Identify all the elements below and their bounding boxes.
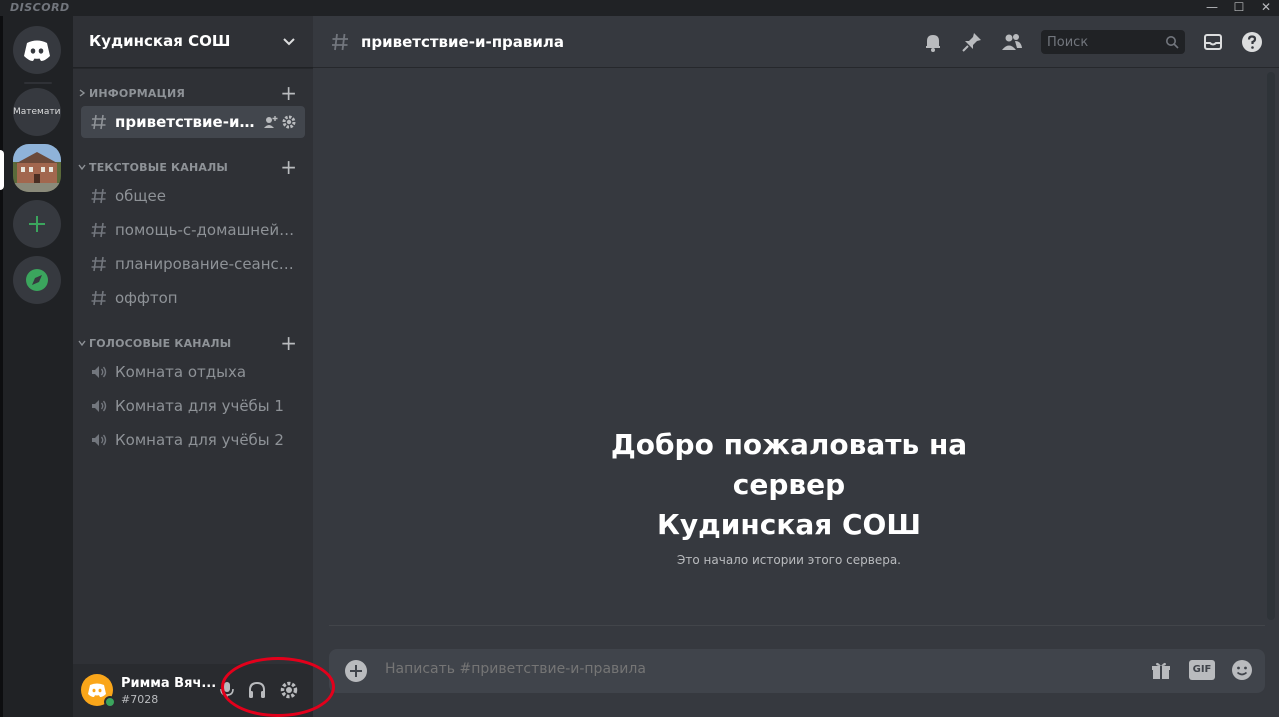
- online-status-badge: [104, 696, 116, 708]
- channel-name: планирование-сеансов: [115, 255, 295, 273]
- close-button[interactable]: ✕: [1253, 0, 1279, 16]
- gear-icon[interactable]: [281, 114, 297, 130]
- message-input[interactable]: [385, 661, 1085, 677]
- user-tag: #7028: [121, 693, 159, 706]
- search-icon: [1166, 36, 1179, 49]
- server-name: Кудинская СОШ: [89, 32, 231, 50]
- selected-server-indicator: [0, 150, 4, 190]
- channel-name: приветствие-и-правила: [115, 113, 255, 131]
- channel-item-planning[interactable]: планирование-сеансов: [81, 248, 305, 280]
- channel-item-offtopic[interactable]: оффтоп: [81, 282, 305, 314]
- chevron-down-icon: [78, 164, 86, 171]
- explore-servers-button[interactable]: [13, 256, 61, 304]
- hash-icon: [91, 290, 106, 306]
- create-channel-icon[interactable]: +: [280, 83, 297, 103]
- server-header[interactable]: Кудинская СОШ: [73, 16, 313, 68]
- category-text[interactable]: ТЕКСТОВЫЕ КАНАЛЫ +: [73, 157, 313, 178]
- voice-channel-lounge[interactable]: Комната отдыха: [81, 356, 305, 388]
- emoji-icon[interactable]: [1229, 657, 1255, 683]
- channel-sidebar: Кудинская СОШ ИНФОРМАЦИЯ + приветствие-и…: [73, 16, 313, 717]
- category-voice[interactable]: ГОЛОСОВЫЕ КАНАЛЫ +: [73, 333, 313, 354]
- server-icon-matematika[interactable]: Математика: [13, 88, 61, 136]
- inbox-icon[interactable]: [1201, 30, 1225, 54]
- search-input[interactable]: Поиск: [1041, 30, 1185, 54]
- chevron-right-icon: [79, 89, 86, 97]
- channel-name: общее: [115, 187, 167, 205]
- hash-icon: [91, 114, 106, 130]
- hash-icon: [91, 256, 106, 272]
- server-rail: Математика: [0, 16, 73, 717]
- home-button[interactable]: [13, 26, 61, 74]
- add-server-button[interactable]: [13, 200, 61, 248]
- hash-icon: [91, 222, 106, 238]
- voice-channel-study-2[interactable]: Комната для учёбы 2: [81, 424, 305, 456]
- discord-app: DISCORD — ☐ ✕ Математика: [0, 0, 1279, 717]
- headphones-icon[interactable]: [243, 676, 271, 704]
- school-photo-icon: [13, 144, 61, 192]
- pin-icon[interactable]: [960, 30, 984, 54]
- username: Римма Вяч...: [121, 676, 217, 691]
- channel-name: Комната для учёбы 1: [115, 397, 284, 415]
- create-channel-icon[interactable]: +: [280, 333, 297, 353]
- divider: [329, 625, 1265, 626]
- gif-button[interactable]: GIF: [1189, 660, 1215, 680]
- maximize-button[interactable]: ☐: [1226, 0, 1252, 16]
- create-channel-icon[interactable]: +: [280, 157, 297, 177]
- members-icon[interactable]: [1000, 30, 1024, 54]
- speaker-icon: [92, 366, 107, 378]
- welcome-title-line-3: Кудинская СОШ: [657, 508, 921, 541]
- user-panel: Римма Вяч... #7028: [73, 664, 313, 717]
- message-composer: GIF: [329, 649, 1265, 693]
- channel-name: Комната для учёбы 2: [115, 431, 284, 449]
- welcome-title-line-1: Добро пожаловать на: [610, 428, 968, 461]
- category-label: ИНФОРМАЦИЯ: [89, 87, 186, 100]
- bell-icon[interactable]: [921, 30, 945, 54]
- category-info[interactable]: ИНФОРМАЦИЯ +: [73, 83, 313, 104]
- category-label: ГОЛОСОВЫЕ КАНАЛЫ: [89, 337, 232, 350]
- compass-icon: [26, 269, 48, 291]
- voice-channel-study-1[interactable]: Комната для учёбы 1: [81, 390, 305, 422]
- channel-item-general[interactable]: общее: [81, 180, 305, 212]
- welcome-subtitle: Это начало истории этого сервера.: [677, 553, 901, 567]
- channel-name: оффтоп: [115, 289, 178, 307]
- channel-item-homework[interactable]: помощь-с-домашней-работой: [81, 214, 305, 246]
- discord-wordmark: DISCORD: [10, 1, 70, 14]
- help-icon[interactable]: [1240, 30, 1264, 54]
- message-area: Добро пожаловать на сервер Кудинская СОШ…: [313, 68, 1279, 717]
- welcome-title-line-2: сервер: [732, 468, 846, 501]
- channel-title: приветствие-и-правила: [361, 33, 565, 51]
- rail-separator: [24, 82, 52, 84]
- title-bar: DISCORD — ☐ ✕: [0, 0, 1279, 16]
- plus-icon: [29, 216, 45, 232]
- speaker-icon: [92, 434, 107, 446]
- invite-user-icon[interactable]: [263, 114, 279, 130]
- speaker-icon: [92, 400, 107, 412]
- channel-item-rules[interactable]: приветствие-и-правила: [81, 106, 305, 138]
- chevron-down-icon: [78, 340, 86, 347]
- channel-name: Комната отдыха: [115, 363, 247, 381]
- welcome-block: Добро пожаловать на сервер Кудинская СОШ…: [313, 425, 1265, 567]
- server-icon-kudinskaya[interactable]: [13, 144, 61, 192]
- gift-icon[interactable]: [1149, 659, 1173, 683]
- chat-header: приветствие-и-правила Поиск: [313, 16, 1279, 68]
- search-placeholder: Поиск: [1047, 35, 1089, 50]
- gear-icon[interactable]: [275, 676, 303, 704]
- chevron-down-icon: [283, 38, 295, 46]
- category-label: ТЕКСТОВЫЕ КАНАЛЫ: [89, 161, 229, 174]
- hash-icon: [91, 188, 106, 204]
- channel-name: помощь-с-домашней-работой: [115, 221, 295, 239]
- attach-plus-icon[interactable]: [345, 660, 367, 682]
- hash-icon: [332, 33, 348, 51]
- discord-logo-icon: [24, 40, 50, 61]
- scrollbar[interactable]: [1267, 72, 1275, 620]
- microphone-icon[interactable]: [213, 676, 241, 704]
- minimize-button[interactable]: —: [1199, 0, 1225, 16]
